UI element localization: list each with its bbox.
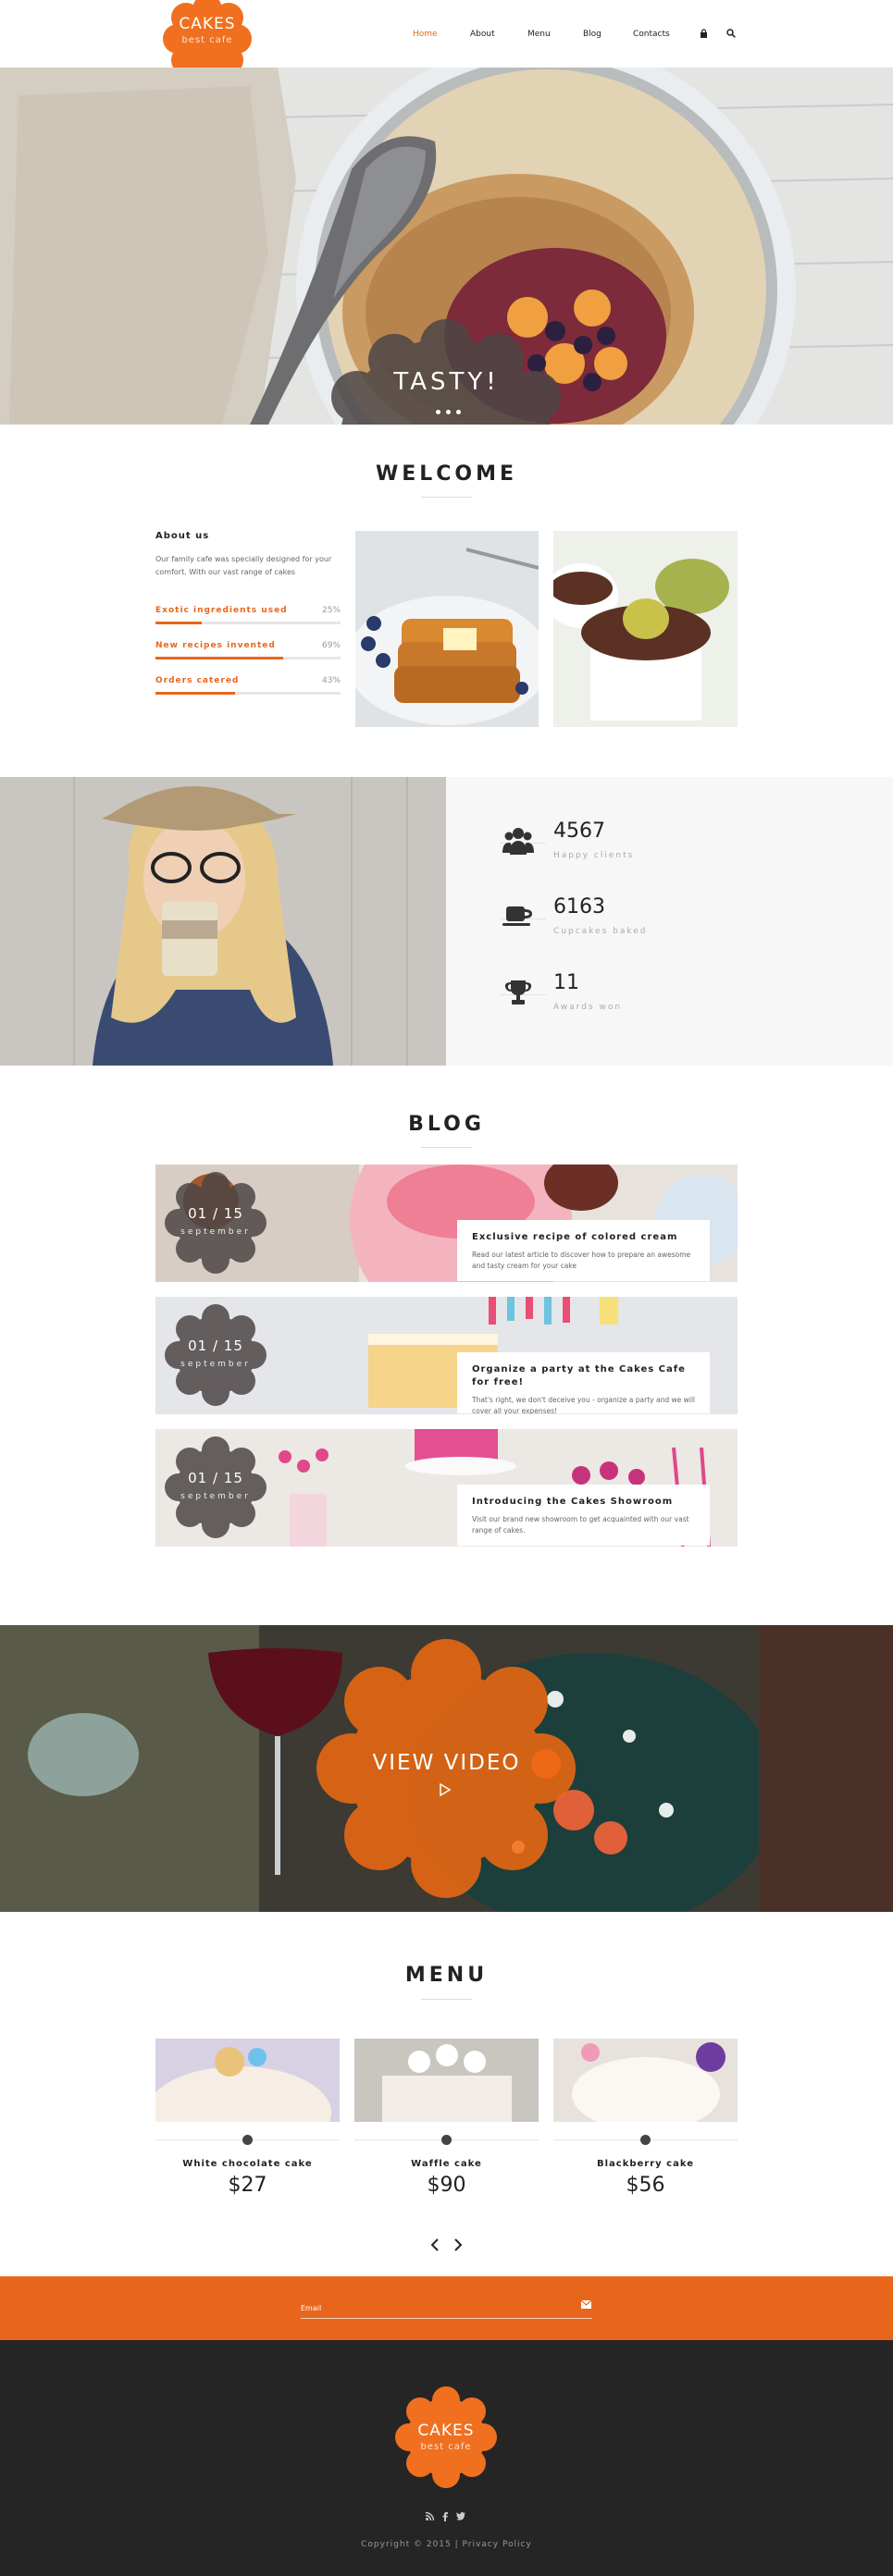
post-title[interactable]: Organize a party at the Cakes Cafe for f… xyxy=(472,1363,695,1389)
menu-item[interactable]: Blackberry cake $56 xyxy=(553,2039,738,2205)
stat-item: 6163 Cupcakes baked xyxy=(500,895,777,951)
date-badge xyxy=(165,1436,267,1538)
menu-item[interactable]: White chocolate cake $27 xyxy=(155,2039,340,2205)
search-icon[interactable] xyxy=(726,29,736,41)
logo-title: CAKES xyxy=(179,15,236,33)
facebook-icon[interactable] xyxy=(442,2512,448,2524)
divider xyxy=(421,1147,472,1148)
footer-logo[interactable]: CAKES best cafe xyxy=(393,2385,499,2490)
post-date: 01 / 15 xyxy=(188,1205,243,1222)
date-badge xyxy=(165,1304,267,1406)
send-icon[interactable] xyxy=(580,2299,592,2311)
email-input[interactable] xyxy=(301,2299,592,2319)
copyright: Copyright © 2015 | Privacy Policy xyxy=(361,2540,532,2549)
post-month: september xyxy=(180,1492,251,1501)
post-month: september xyxy=(180,1360,251,1369)
rss-icon[interactable] xyxy=(425,2511,435,2524)
divider xyxy=(421,1999,472,2000)
stat-caption: Awards won xyxy=(553,1003,623,1012)
blog-post[interactable]: 01 / 15 september Exclusive recipe of co… xyxy=(155,1165,738,1282)
post-excerpt: Read our latest article to discover how … xyxy=(472,1251,691,1270)
slider-dots xyxy=(436,410,461,414)
bar-percent: 69% xyxy=(321,641,341,650)
menu-item-price: $56 xyxy=(626,2174,665,2197)
bar-label: New recipes invented xyxy=(155,641,276,650)
page: CAKES best cafe Home About Menu Blog Con… xyxy=(0,0,893,2576)
progress-bar: Orders catered 43% xyxy=(155,676,341,696)
play-icon[interactable] xyxy=(439,1782,452,1800)
social-links xyxy=(425,2511,465,2524)
cup-icon xyxy=(500,903,537,940)
bar-label: Orders catered xyxy=(155,676,240,685)
bar-percent: 43% xyxy=(321,676,341,685)
nav-blog[interactable]: Blog xyxy=(583,30,602,39)
slider-dot[interactable] xyxy=(436,410,440,414)
blog-post[interactable]: 01 / 15 september Introducing the Cakes … xyxy=(155,1429,738,1547)
stat-item: 4567 Happy clients xyxy=(500,820,777,875)
post-title[interactable]: Introducing the Cakes Showroom xyxy=(472,1496,695,1509)
post-excerpt: That's right, we don't deceive you - org… xyxy=(472,1396,695,1414)
girl-photo xyxy=(0,777,446,1066)
hero-caption: TASTY! xyxy=(393,368,500,396)
blog-title: BLOG xyxy=(408,1113,485,1136)
stat-number: 6163 xyxy=(553,895,605,918)
nav-menu[interactable]: Menu xyxy=(527,30,551,39)
slider-dot[interactable] xyxy=(456,410,461,414)
trophy-icon xyxy=(500,979,537,1016)
menu-item-name: White chocolate cake xyxy=(182,2159,313,2169)
nav-contacts[interactable]: Contacts xyxy=(633,30,670,39)
post-excerpt: Visit our brand new showroom to get acqu… xyxy=(472,1515,689,1535)
footer-logo-tagline: best cafe xyxy=(420,2442,472,2452)
pancakes-photo xyxy=(355,531,539,727)
stat-number: 4567 xyxy=(553,820,605,843)
menu-dot xyxy=(242,2135,253,2145)
footer-logo-title: CAKES xyxy=(417,2422,475,2440)
stat-item: 11 Awards won xyxy=(500,971,777,1027)
post-card: Exclusive recipe of colored cream Read o… xyxy=(457,1220,710,1281)
post-date: 01 / 15 xyxy=(188,1470,243,1486)
twitter-icon[interactable] xyxy=(456,2512,465,2524)
bar-percent: 25% xyxy=(321,606,341,615)
date-badge xyxy=(165,1172,267,1274)
progress-bar: Exotic ingredients used 25% xyxy=(155,606,341,626)
menu-item-price: $27 xyxy=(228,2174,267,2197)
blog-post[interactable]: 01 / 15 september Organize a party at th… xyxy=(155,1297,738,1414)
nav-about[interactable]: About xyxy=(470,30,495,39)
menu-item-name: Waffle cake xyxy=(411,2159,482,2169)
about-text: Our family cafe was specially designed f… xyxy=(155,555,332,576)
next-arrow-icon[interactable] xyxy=(453,2237,463,2256)
view-video-label[interactable]: VIEW VIDEO xyxy=(0,1751,893,1775)
newsletter xyxy=(0,2276,893,2340)
prev-arrow-icon[interactable] xyxy=(430,2237,440,2256)
post-date: 01 / 15 xyxy=(188,1337,243,1354)
post-card: Introducing the Cakes Showroom Visit our… xyxy=(457,1485,710,1546)
post-title[interactable]: Exclusive recipe of colored cream xyxy=(472,1231,695,1244)
post-month: september xyxy=(180,1227,251,1237)
stat-caption: Cupcakes baked xyxy=(553,927,648,936)
lock-icon[interactable] xyxy=(700,29,708,41)
menu-title: MENU xyxy=(404,1964,489,1987)
menu-image xyxy=(354,2039,539,2122)
about-title: About us xyxy=(155,531,210,541)
header: CAKES best cafe Home About Menu Blog Con… xyxy=(0,0,893,83)
welcome-title: WELCOME xyxy=(375,462,518,486)
menu-item[interactable]: Waffle cake $90 xyxy=(354,2039,539,2205)
post-card: Organize a party at the Cakes Cafe for f… xyxy=(457,1352,710,1414)
menu-dot xyxy=(640,2135,651,2145)
logo-tagline: best cafe xyxy=(181,35,233,45)
souffle-photo xyxy=(553,531,738,727)
people-icon xyxy=(500,827,537,864)
divider xyxy=(421,497,472,498)
nav-home[interactable]: Home xyxy=(413,30,438,39)
menu-item-name: Blackberry cake xyxy=(596,2159,695,2169)
bar-label: Exotic ingredients used xyxy=(155,606,288,615)
progress-bar: New recipes invented 69% xyxy=(155,641,341,661)
menu-item-price: $90 xyxy=(427,2174,466,2197)
stat-number: 11 xyxy=(553,971,579,994)
menu-image xyxy=(553,2039,738,2122)
stat-caption: Happy clients xyxy=(553,851,635,860)
menu-dot xyxy=(441,2135,452,2145)
slider-dot[interactable] xyxy=(446,410,451,414)
menu-image xyxy=(155,2039,340,2122)
